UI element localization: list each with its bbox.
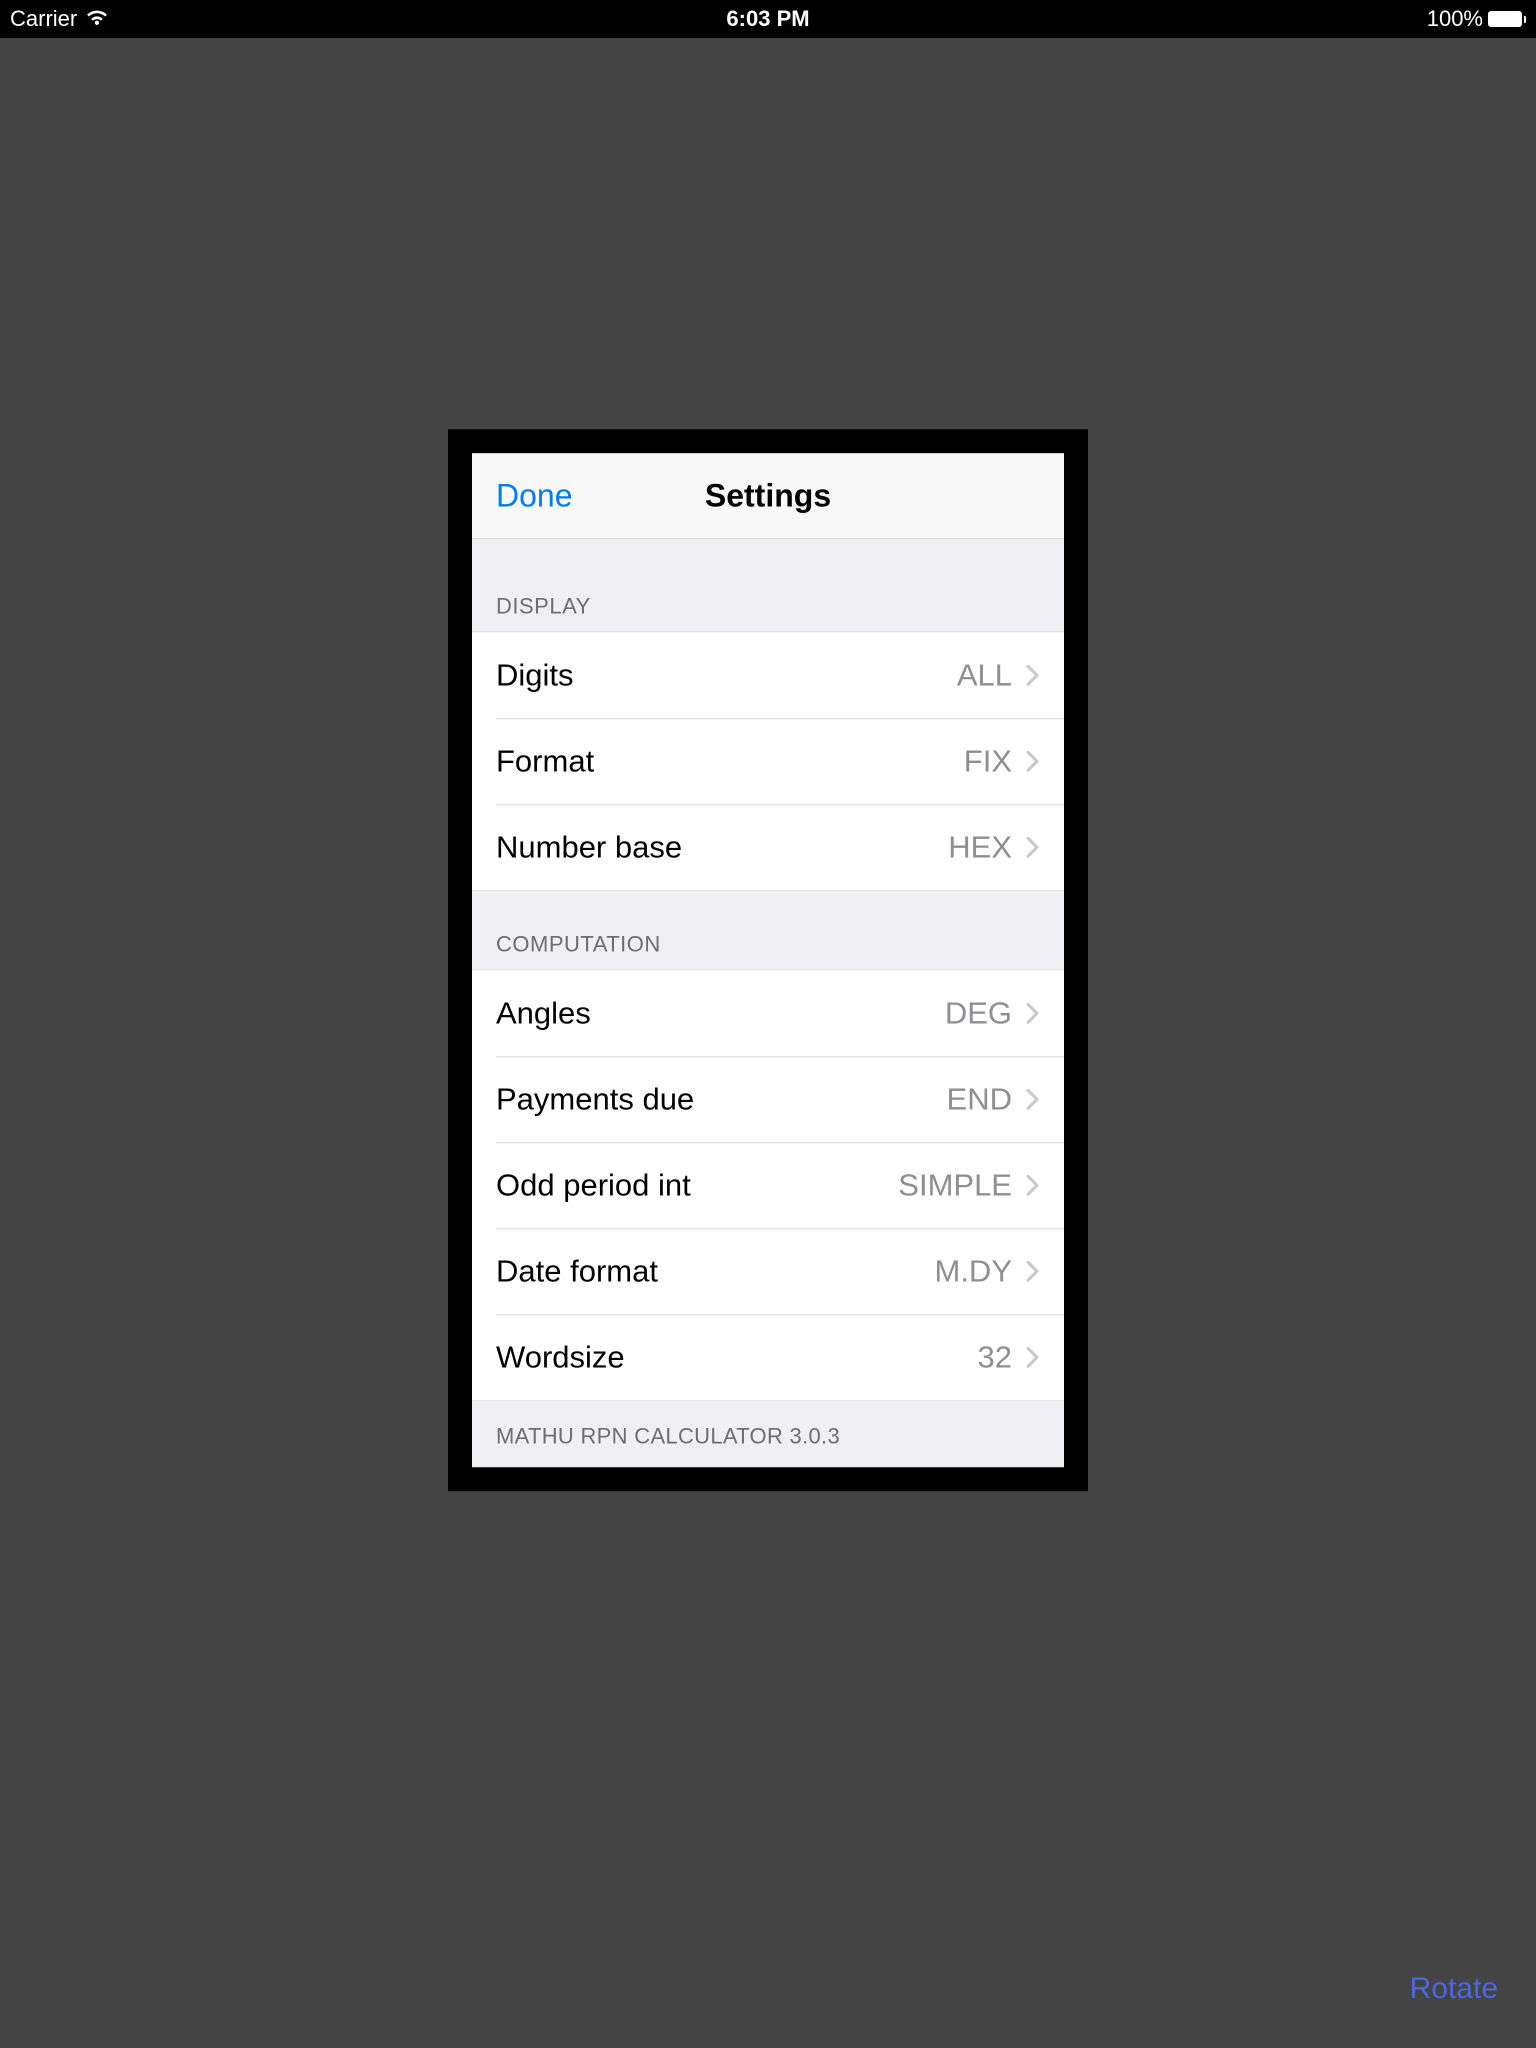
settings-modal: Done Settings DISPLAY Digits ALL Format … [448,429,1088,1491]
battery-icon [1488,11,1526,27]
row-payments-due[interactable]: Payments due END [472,1056,1064,1142]
wifi-icon [85,6,109,32]
cell-value: HEX [948,829,1012,865]
section-header-computation: COMPUTATION [472,891,1064,969]
status-bar: Carrier 6:03 PM 100% [0,0,1536,38]
chevron-right-icon [1026,1345,1040,1369]
chevron-right-icon [1026,835,1040,859]
chevron-right-icon [1026,1173,1040,1197]
status-time: 6:03 PM [726,6,809,32]
row-format[interactable]: Format FIX [472,718,1064,804]
cell-label: Wordsize [496,1339,978,1375]
chevron-right-icon [1026,749,1040,773]
row-odd-period-int[interactable]: Odd period int SIMPLE [472,1142,1064,1228]
row-angles[interactable]: Angles DEG [472,970,1064,1056]
done-button[interactable]: Done [496,477,573,514]
nav-bar: Done Settings [472,453,1064,539]
display-group: Digits ALL Format FIX Number base HEX [472,631,1064,891]
row-date-format[interactable]: Date format M.DY [472,1228,1064,1314]
page-title: Settings [705,477,831,514]
cell-label: Odd period int [496,1167,898,1203]
cell-value: ALL [957,657,1012,693]
cell-value: FIX [964,743,1012,779]
section-header-display: DISPLAY [472,539,1064,631]
cell-value: DEG [945,995,1012,1031]
cell-value: SIMPLE [898,1167,1012,1203]
cell-value: 32 [978,1339,1012,1375]
cell-value: M.DY [935,1253,1013,1289]
rotate-button[interactable]: Rotate [1410,1972,1498,2006]
cell-label: Digits [496,657,957,693]
chevron-right-icon [1026,1259,1040,1283]
computation-group: Angles DEG Payments due END Odd period i… [472,969,1064,1401]
cell-label: Payments due [496,1081,947,1117]
chevron-right-icon [1026,663,1040,687]
row-digits[interactable]: Digits ALL [472,632,1064,718]
battery-percent: 100% [1427,6,1483,32]
chevron-right-icon [1026,1001,1040,1025]
cell-label: Date format [496,1253,935,1289]
status-left: Carrier [10,6,109,32]
carrier-label: Carrier [10,6,77,32]
row-number-base[interactable]: Number base HEX [472,804,1064,890]
cell-value: END [947,1081,1012,1117]
cell-label: Number base [496,829,948,865]
row-wordsize[interactable]: Wordsize 32 [472,1314,1064,1400]
chevron-right-icon [1026,1087,1040,1111]
version-footer: MATHU RPN CALCULATOR 3.0.3 [472,1401,1064,1467]
cell-label: Format [496,743,964,779]
status-right: 100% [1427,6,1526,32]
cell-label: Angles [496,995,945,1031]
settings-panel: Done Settings DISPLAY Digits ALL Format … [472,453,1064,1467]
